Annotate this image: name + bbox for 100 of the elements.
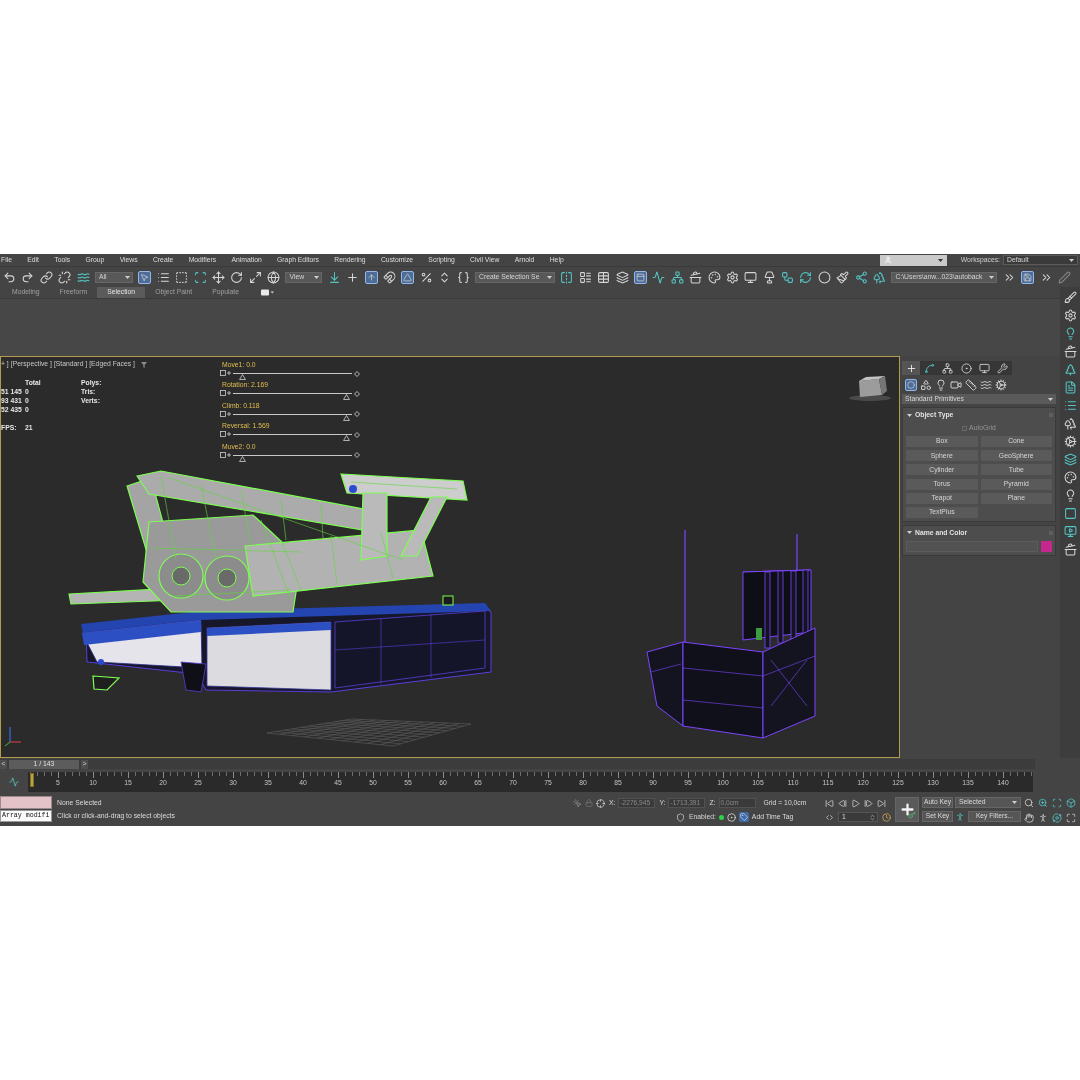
cube-icon[interactable] (1066, 798, 1076, 808)
table-icon[interactable] (597, 270, 611, 284)
diamond-icon[interactable] (354, 452, 360, 459)
square-icon[interactable] (1063, 507, 1077, 520)
diamond-icon[interactable] (354, 411, 360, 418)
scan-frame-icon[interactable] (193, 270, 207, 284)
square-plus-icon[interactable] (220, 410, 231, 417)
ruler-icon[interactable] (965, 378, 977, 391)
skip-back-icon[interactable] (825, 798, 834, 808)
user-account-dropdown[interactable] (879, 254, 947, 266)
gear-icon[interactable] (1063, 309, 1077, 322)
network-icon[interactable] (670, 270, 684, 284)
layers-icon[interactable] (1063, 453, 1077, 466)
layout-list-icon[interactable] (578, 270, 592, 284)
orbit-icon[interactable] (1052, 813, 1062, 823)
palette-icon[interactable] (707, 270, 721, 284)
link-icon[interactable] (39, 270, 53, 284)
brush-icon[interactable] (1063, 291, 1077, 304)
circle-icon[interactable] (817, 270, 831, 284)
hand-icon[interactable] (1024, 813, 1034, 823)
unlink-icon[interactable] (58, 270, 72, 284)
palette-icon[interactable] (1063, 471, 1077, 484)
gear-icon[interactable] (725, 270, 739, 284)
document-icon[interactable] (1063, 381, 1077, 394)
cog-icon[interactable] (1063, 435, 1077, 448)
percent-icon[interactable] (419, 270, 433, 284)
step-forward-icon[interactable] (864, 798, 873, 808)
pen-icon[interactable] (1057, 270, 1071, 284)
triangle-marker-icon[interactable] (342, 435, 350, 442)
triangle-marker-icon[interactable] (342, 394, 350, 401)
cog-icon[interactable] (995, 378, 1007, 391)
rotate-icon[interactable] (230, 270, 244, 284)
triangle-marker-icon[interactable] (238, 455, 246, 462)
square-plus-icon[interactable] (220, 390, 231, 397)
search-icon[interactable] (1024, 798, 1034, 808)
skip-forward-icon[interactable] (877, 798, 886, 808)
move-icon[interactable] (211, 270, 225, 284)
nodes-icon[interactable] (854, 270, 868, 284)
maxscript-input-field[interactable] (0, 796, 52, 809)
filter-icon[interactable] (140, 361, 147, 368)
trees-icon[interactable] (1063, 417, 1077, 430)
pot-icon[interactable] (1063, 345, 1077, 358)
globe-icon[interactable] (267, 270, 281, 284)
tag-icon[interactable] (738, 812, 749, 822)
lightbulb-icon[interactable] (935, 378, 947, 391)
trees-icon[interactable] (873, 270, 886, 284)
dashed-square-icon[interactable] (175, 270, 189, 284)
waves-icon[interactable] (76, 270, 90, 284)
person-icon[interactable] (955, 811, 965, 822)
circle-dot-icon[interactable] (726, 812, 736, 822)
shield-icon[interactable] (676, 812, 685, 822)
video-camera-icon[interactable] (950, 378, 962, 391)
view-cube-icon[interactable] (849, 376, 891, 401)
command-panel-tab[interactable] (902, 361, 921, 375)
square-plus-icon[interactable] (220, 431, 231, 438)
person-icon[interactable] (1038, 813, 1048, 823)
triangle-icon[interactable] (401, 270, 415, 284)
magnet-icon[interactable] (383, 270, 397, 284)
diamond-icon[interactable] (354, 370, 360, 377)
crosshair-icon[interactable] (596, 798, 605, 808)
waves-icon[interactable] (980, 378, 992, 391)
panel-icon[interactable] (633, 270, 647, 284)
shapes-icon[interactable] (920, 378, 932, 391)
pot-icon[interactable] (689, 270, 703, 284)
workflow-icon[interactable] (781, 270, 795, 284)
arrow-up-icon[interactable] (364, 270, 378, 284)
diamond-icon[interactable] (354, 431, 360, 438)
redo-icon[interactable] (21, 270, 35, 284)
layers-icon[interactable] (615, 270, 629, 284)
clock-icon[interactable] (882, 812, 891, 822)
paintbrush-icon[interactable] (836, 270, 850, 284)
triangle-marker-icon[interactable] (238, 374, 246, 380)
panel-caret-icon[interactable] (261, 289, 274, 296)
diagonal-arrows-icon[interactable] (248, 270, 262, 284)
play-icon[interactable] (851, 798, 860, 808)
triangle-marker-icon[interactable] (342, 414, 350, 421)
undo-icon[interactable] (3, 270, 16, 284)
playhead-marker[interactable] (30, 773, 34, 787)
set-keys-button[interactable] (895, 797, 919, 822)
lamp-icon[interactable] (762, 270, 776, 284)
maximize-icon[interactable] (1066, 813, 1076, 823)
zoom-in-icon[interactable] (1038, 798, 1048, 808)
circle-icon[interactable] (905, 378, 917, 391)
left-right-chevrons-icon[interactable] (825, 812, 834, 822)
color-swatch-icon[interactable] (1041, 540, 1052, 552)
monitor-play-icon[interactable] (1063, 525, 1077, 538)
scan-frame-icon[interactable] (1052, 798, 1062, 808)
monitor-icon[interactable] (744, 270, 758, 284)
pot-icon[interactable] (1063, 543, 1077, 556)
arrow-down-icon[interactable] (327, 270, 341, 284)
list-icon[interactable] (1063, 399, 1077, 412)
pulse-line-icon[interactable] (9, 777, 19, 787)
plus-icon[interactable] (346, 270, 360, 284)
square-plus-icon[interactable] (220, 370, 231, 376)
flip-icon[interactable] (560, 270, 574, 284)
pulse-line-icon[interactable] (652, 270, 666, 284)
list-icon[interactable] (156, 270, 170, 284)
tree-icon[interactable] (1063, 363, 1077, 376)
square-plus-icon[interactable] (220, 451, 231, 458)
cursor-icon[interactable] (138, 270, 152, 284)
